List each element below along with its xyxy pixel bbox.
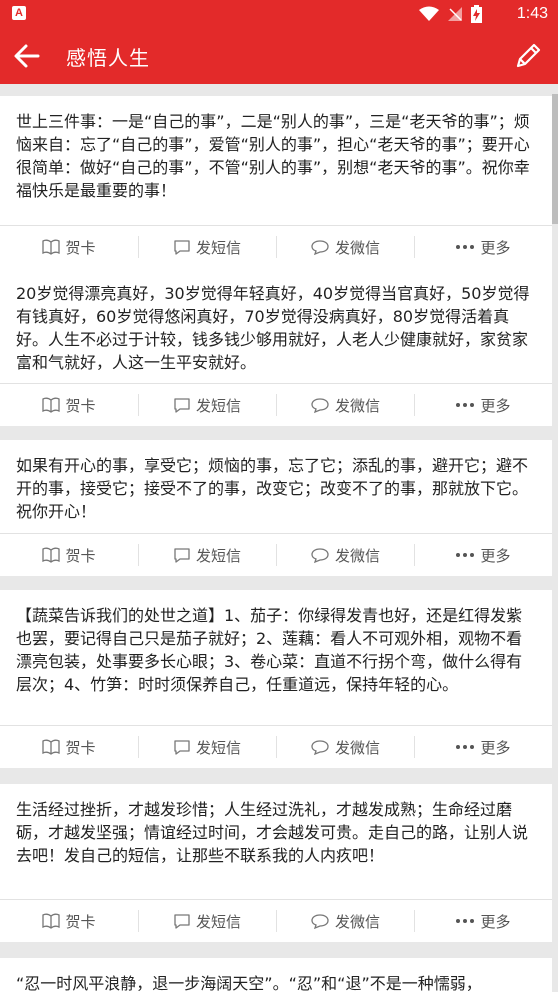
- more-dots-icon: [456, 245, 475, 249]
- more-dots-icon: [456, 919, 475, 923]
- more-dots-icon: [456, 403, 475, 407]
- message-icon: [174, 547, 190, 563]
- more-dots-icon: [456, 745, 475, 749]
- send-wechat-button[interactable]: 发微信: [276, 226, 414, 268]
- more-dots-icon: [456, 553, 475, 557]
- post-card: 如果有开心的事，享受它；烦恼的事，忘了它；添乱的事，避开它；避不开的事，接受它；…: [0, 440, 552, 576]
- send-sms-label: 发短信: [195, 738, 241, 757]
- send-sms-label: 发短信: [195, 396, 241, 415]
- post-actions: 贺卡 发短信 发微信 更多: [0, 225, 552, 268]
- app-bar: 感悟人生: [0, 28, 558, 84]
- chat-bubble-icon: [311, 739, 329, 755]
- greeting-card-label: 贺卡: [65, 238, 96, 257]
- message-icon: [174, 397, 190, 413]
- more-button[interactable]: 更多: [414, 900, 552, 942]
- app-notification-icon: A: [12, 6, 26, 20]
- chat-bubble-icon: [311, 547, 329, 563]
- greeting-card-button[interactable]: 贺卡: [0, 726, 138, 768]
- send-wechat-button[interactable]: 发微信: [276, 900, 414, 942]
- back-button[interactable]: [12, 42, 42, 70]
- page-title: 感悟人生: [66, 46, 150, 70]
- send-wechat-button[interactable]: 发微信: [276, 726, 414, 768]
- greeting-card-button[interactable]: 贺卡: [0, 384, 138, 426]
- post-card: 【蔬菜告诉我们的处世之道】1、茄子：你绿得发青也好，还是红得发紫也罢，要记得自己…: [0, 590, 552, 768]
- post-text: 世上三件事：一是“自己的事”，二是“别人的事”，三是“老天爷的事”；烦恼来自：忘…: [16, 112, 530, 200]
- no-signal-icon: [448, 7, 462, 21]
- send-sms-button[interactable]: 发短信: [138, 226, 276, 268]
- post-text: 20岁觉得漂亮真好，30岁觉得年轻真好，40岁觉得当官真好，50岁觉得有钱真好，…: [16, 284, 530, 372]
- book-icon: [42, 739, 61, 755]
- post-card: 世上三件事：一是“自己的事”，二是“别人的事”，三是“老天爷的事”；烦恼来自：忘…: [0, 96, 552, 268]
- message-icon: [174, 913, 190, 929]
- post-text: 生活经过挫折，才越发珍惜；人生经过洗礼，才越发成熟；生命经过磨砺，才越发坚强；情…: [16, 800, 529, 865]
- send-wechat-label: 发微信: [334, 912, 380, 931]
- greeting-card-button[interactable]: 贺卡: [0, 226, 138, 268]
- send-sms-label: 发短信: [195, 546, 241, 565]
- chat-bubble-icon: [311, 397, 329, 413]
- post-text: “忍一时风平浪静，退一步海阔天空”。“忍”和“退”不是一种懦弱，: [16, 974, 482, 992]
- post-text: 【蔬菜告诉我们的处世之道】1、茄子：你绿得发青也好，还是红得发紫也罢，要记得自己…: [16, 606, 523, 694]
- send-sms-label: 发短信: [195, 238, 241, 257]
- scrollbar[interactable]: [552, 94, 558, 224]
- chat-bubble-icon: [311, 239, 329, 255]
- send-wechat-label: 发微信: [334, 738, 380, 757]
- more-button[interactable]: 更多: [414, 726, 552, 768]
- status-bar: A 1:43: [0, 0, 558, 28]
- greeting-card-label: 贺卡: [65, 396, 96, 415]
- post-card: 生活经过挫折，才越发珍惜；人生经过洗礼，才越发成熟；生命经过磨砺，才越发坚强；情…: [0, 784, 552, 942]
- book-icon: [42, 547, 61, 563]
- greeting-card-button[interactable]: 贺卡: [0, 534, 138, 576]
- more-label: 更多: [480, 738, 511, 757]
- send-wechat-label: 发微信: [334, 238, 380, 257]
- send-wechat-label: 发微信: [334, 396, 380, 415]
- greeting-card-button[interactable]: 贺卡: [0, 900, 138, 942]
- battery-charging-icon: [471, 5, 482, 23]
- post-text: 如果有开心的事，享受它；烦恼的事，忘了它；添乱的事，避开它；避不开的事，接受它；…: [16, 456, 529, 521]
- post-actions: 贺卡 发短信 发微信 更多: [0, 383, 552, 426]
- status-icons: [419, 5, 482, 23]
- post-card: 20岁觉得漂亮真好，30岁觉得年轻真好，40岁觉得当官真好，50岁觉得有钱真好，…: [0, 268, 552, 426]
- send-sms-button[interactable]: 发短信: [138, 384, 276, 426]
- chat-bubble-icon: [311, 913, 329, 929]
- send-sms-button[interactable]: 发短信: [138, 726, 276, 768]
- edit-button[interactable]: [512, 40, 544, 72]
- greeting-card-label: 贺卡: [65, 912, 96, 931]
- status-time: 1:43: [516, 5, 548, 22]
- more-label: 更多: [480, 396, 511, 415]
- book-icon: [42, 239, 61, 255]
- message-icon: [174, 239, 190, 255]
- send-sms-label: 发短信: [195, 912, 241, 931]
- greeting-card-label: 贺卡: [65, 738, 96, 757]
- arrow-left-icon: [14, 44, 40, 68]
- greeting-card-label: 贺卡: [65, 546, 96, 565]
- wifi-icon: [419, 6, 439, 21]
- send-sms-button[interactable]: 发短信: [138, 900, 276, 942]
- more-label: 更多: [480, 912, 511, 931]
- send-wechat-button[interactable]: 发微信: [276, 384, 414, 426]
- more-button[interactable]: 更多: [414, 534, 552, 576]
- post-actions: 贺卡 发短信 发微信 更多: [0, 725, 552, 768]
- post-actions: 贺卡 发短信 发微信 更多: [0, 899, 552, 942]
- post-card: “忍一时风平浪静，退一步海阔天空”。“忍”和“退”不是一种懦弱，: [0, 958, 552, 992]
- send-wechat-label: 发微信: [334, 546, 380, 565]
- more-button[interactable]: 更多: [414, 226, 552, 268]
- more-label: 更多: [480, 546, 511, 565]
- book-icon: [42, 913, 61, 929]
- message-icon: [174, 739, 190, 755]
- post-actions: 贺卡 发短信 发微信 更多: [0, 533, 552, 576]
- more-button[interactable]: 更多: [414, 384, 552, 426]
- more-label: 更多: [480, 238, 511, 257]
- send-wechat-button[interactable]: 发微信: [276, 534, 414, 576]
- pencil-icon: [516, 43, 541, 68]
- book-icon: [42, 397, 61, 413]
- post-list[interactable]: 世上三件事：一是“自己的事”，二是“别人的事”，三是“老天爷的事”；烦恼来自：忘…: [0, 84, 558, 992]
- send-sms-button[interactable]: 发短信: [138, 534, 276, 576]
